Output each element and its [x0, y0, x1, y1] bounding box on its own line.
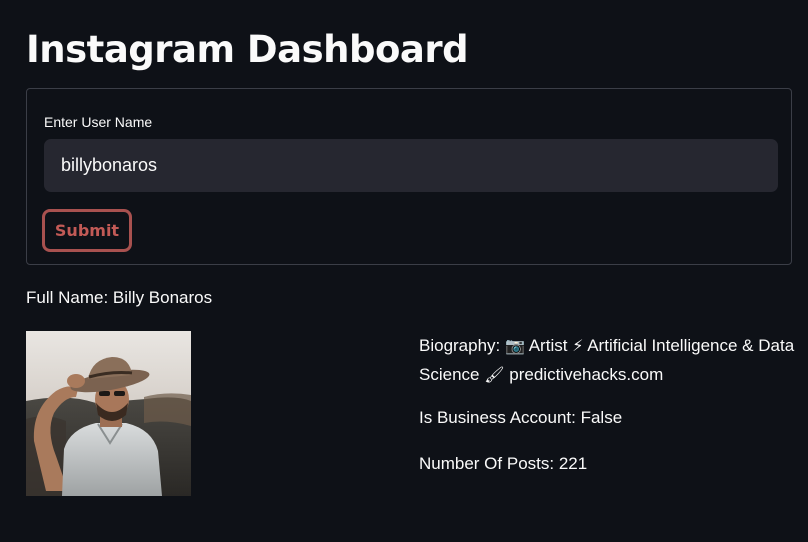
- biography-text: Biography: 📷 Artist ⚡ Artificial Intelli…: [419, 331, 799, 389]
- bio-part-link: predictivehacks.com: [509, 365, 664, 384]
- username-form: Enter User Name Submit: [26, 88, 792, 265]
- full-name-text: Full Name: Billy Bonaros: [26, 288, 213, 307]
- lightning-icon: ⚡: [572, 336, 584, 355]
- brush-icon: 🖌: [484, 365, 505, 384]
- biography-prefix: Biography:: [419, 336, 505, 355]
- page-title: Instagram Dashboard: [26, 28, 469, 71]
- number-of-posts-text: Number Of Posts: 221: [419, 454, 588, 473]
- profile-info: Biography: 📷 Artist ⚡ Artificial Intelli…: [419, 331, 799, 473]
- username-input[interactable]: [44, 139, 778, 192]
- profile-picture: [26, 331, 191, 496]
- business-account-text: Is Business Account: False: [419, 408, 623, 427]
- bio-part-artist: Artist: [528, 336, 568, 355]
- submit-button[interactable]: Submit: [42, 209, 132, 252]
- camera-icon: 📷: [505, 336, 525, 355]
- username-label: Enter User Name: [44, 114, 153, 130]
